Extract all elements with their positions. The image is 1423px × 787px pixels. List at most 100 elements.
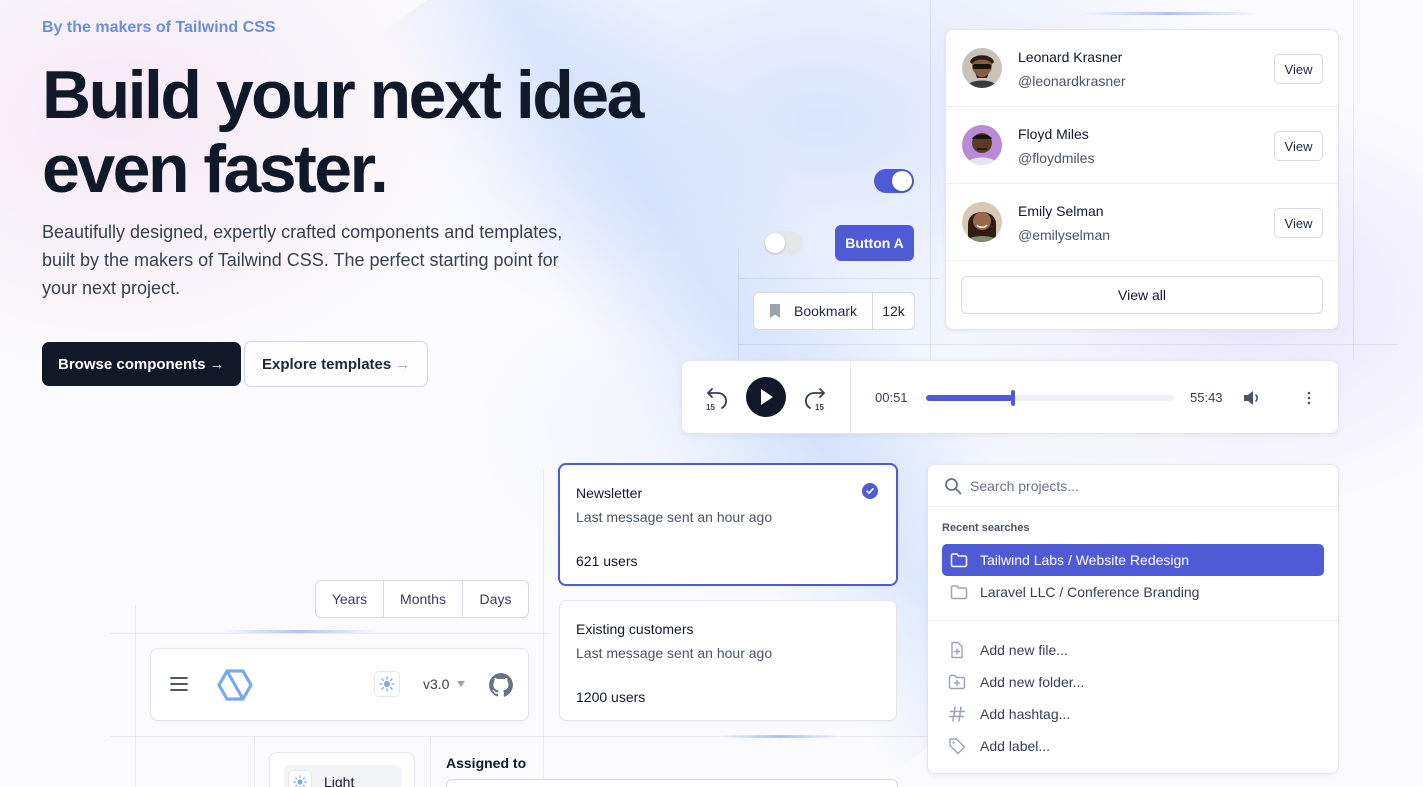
segment-days[interactable]: Days [463,581,528,617]
forward-15-icon[interactable]: 15 [802,385,828,411]
more-options-icon[interactable] [1306,389,1312,407]
theme-toggle-button[interactable] [374,671,400,697]
browse-components-button[interactable]: Browse components → [42,342,241,386]
progress-fill [926,395,1013,401]
headline-line-1: Build your next idea [42,57,644,133]
toggle-knob [765,233,785,253]
hero-headline: Build your next idea even faster. [42,58,762,206]
option-title: Newsletter [576,485,643,501]
hashtag-icon [948,706,966,722]
mailing-list-option-newsletter[interactable]: Newsletter Last message sent an hour ago… [558,463,898,586]
mailing-list-option-existing-customers[interactable]: Existing customers Last message sent an … [559,600,897,721]
recent-searches-heading: Recent searches [942,522,1030,534]
play-button[interactable] [746,377,786,417]
segment-months[interactable]: Months [384,581,463,617]
view-button[interactable]: View [1274,131,1323,161]
action-label: Add new file... [980,642,1068,658]
play-icon [761,389,773,405]
total-time: 55:43 [1190,390,1223,405]
sun-icon [288,770,312,787]
option-title: Existing customers [576,621,694,637]
headline-line-2: even faster. [42,131,389,207]
progress-track[interactable] [926,390,1174,406]
action-label: Add label... [980,738,1051,754]
person-name: Leonard Krasner [1018,49,1123,65]
recent-item-website-redesign[interactable]: Tailwind Labs / Website Redesign [942,544,1324,576]
date-range-segmented-control: Years Months Days [315,580,529,618]
search-input[interactable]: Search projects... [970,478,1079,494]
person-handle: @leonardkrasner [1018,73,1126,89]
folder-plus-icon [948,674,966,690]
version-select[interactable]: v3.0 [423,676,466,692]
segment-years[interactable]: Years [316,581,384,617]
arrow-right-icon: → [395,355,411,373]
folder-icon [950,585,968,600]
person-name: Emily Selman [1018,203,1104,219]
toggle-switch-off[interactable] [763,231,803,255]
assigned-to-select[interactable] [446,779,898,787]
action-add-new-file[interactable]: Add new file... [948,641,1068,659]
recent-item-label: Tailwind Labs / Website Redesign [980,552,1190,568]
grid-line [738,278,938,279]
recent-item-conference-branding[interactable]: Laravel LLC / Conference Branding [942,576,1324,608]
chevron-down-icon [457,681,466,687]
people-list-card: Leonard Krasner @leonardkrasner View Flo… [945,29,1339,330]
check-circle-icon [862,483,878,499]
option-description: Last message sent an hour ago [576,509,773,525]
current-time: 00:51 [875,390,908,405]
option-users: 1200 users [576,689,646,705]
view-all-button[interactable]: View all [961,276,1323,314]
docs-navbar: v3.0 [150,648,529,721]
bookmark-button[interactable]: Bookmark [754,293,873,329]
search-field[interactable]: Search projects... [928,465,1338,507]
view-button[interactable]: View [1274,208,1323,238]
bookmark-count: 12k [882,303,905,319]
grid-line [254,736,255,787]
theme-option-label: Light [324,774,355,787]
recent-item-label: Laravel LLC / Conference Branding [980,584,1200,600]
sun-icon [379,676,395,692]
action-add-new-folder[interactable]: Add new folder... [948,673,1084,691]
menu-icon[interactable] [170,676,188,692]
github-icon[interactable] [488,672,514,698]
file-plus-icon [951,641,963,659]
player-divider [850,361,851,433]
grid-line [430,736,431,787]
bookmark-label: Bookmark [794,303,858,319]
action-add-hashtag[interactable]: Add hashtag... [948,705,1070,723]
volume-icon[interactable] [1242,389,1262,407]
person-handle: @emilyselman [1018,227,1111,243]
explore-templates-button[interactable]: Explore templates → [244,341,429,387]
explore-templates-label: Explore templates [262,355,392,373]
forward-seconds: 15 [815,403,824,411]
person-handle: @floydmiles [1018,150,1095,166]
toggle-knob [892,171,912,191]
command-palette: Search projects... Recent searches Tailw… [927,464,1339,774]
assigned-to-label: Assigned to [446,755,527,771]
option-description: Last message sent an hour ago [576,645,773,661]
grid-line [110,633,550,634]
search-icon [945,478,962,495]
view-button[interactable]: View [1274,54,1323,84]
person-name: Floyd Miles [1018,126,1089,142]
action-add-label[interactable]: Add label... [948,737,1050,755]
theme-option-light[interactable]: Light [284,765,402,787]
grid-line [135,605,136,787]
rewind-seconds: 15 [706,403,715,411]
button-a[interactable]: Button A [835,225,914,261]
progress-thumb[interactable] [1010,390,1015,406]
rewind-15-icon[interactable]: 15 [704,385,730,411]
glow-line [220,630,380,633]
glow-line [720,735,840,738]
palette-divider [928,620,1338,621]
folder-icon [950,553,968,568]
list-item: Emily Selman @emilyselman View [946,184,1338,261]
action-label: Add hashtag... [980,706,1071,722]
list-item: Floyd Miles @floydmiles View [946,107,1338,184]
browse-components-label: Browse components [58,355,206,373]
avatar [962,48,1002,88]
bookmark-button-group[interactable]: Bookmark 12k [753,292,915,330]
logo-hexagon-icon[interactable] [217,669,253,701]
toggle-switch-on[interactable] [874,169,914,193]
grid-line [1353,0,1354,360]
